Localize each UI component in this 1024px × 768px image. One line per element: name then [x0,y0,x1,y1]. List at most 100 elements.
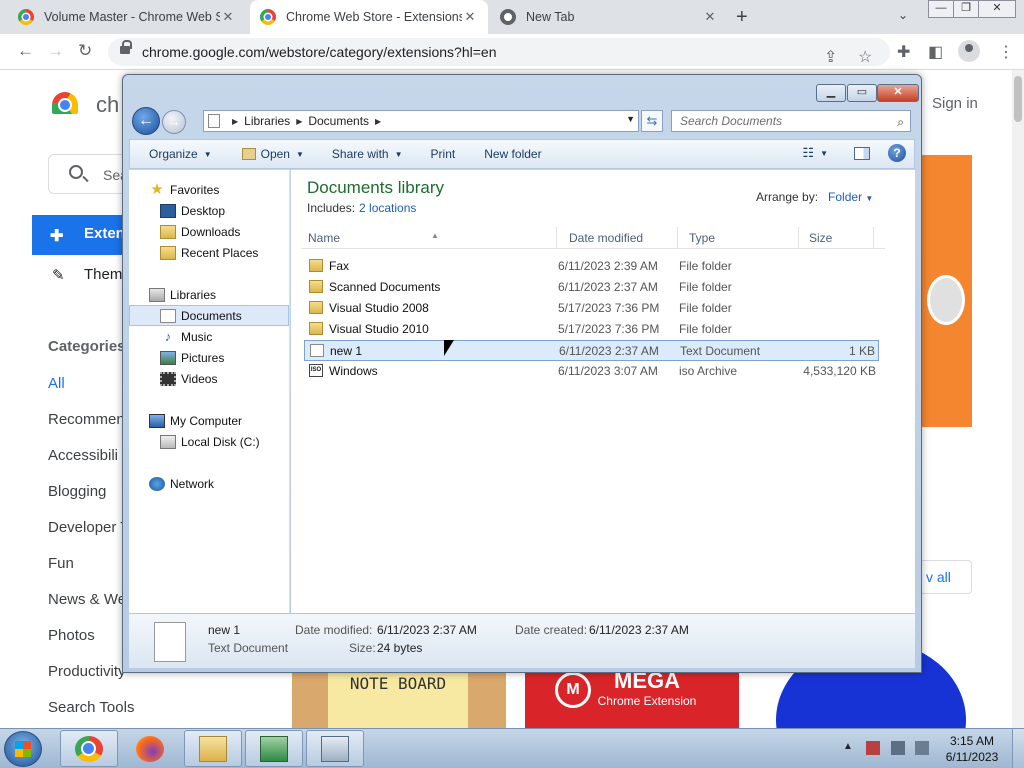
share-with-menu[interactable]: Share with ▼ [332,147,403,161]
reload-icon[interactable]: ↻ [78,41,92,61]
nav-network[interactable]: Network [129,473,289,494]
explorer-search-input[interactable]: Search Documents ⌕ [671,110,911,132]
maximize-button[interactable]: ❐ [953,0,979,18]
taskbar-download-manager[interactable] [245,730,303,767]
breadcrumb-arrow-icon[interactable]: ▶ [232,117,238,126]
chevron-down-icon[interactable]: ▼ [820,149,828,158]
note-board-tile[interactable]: NOTE BOARD [292,668,506,728]
column-divider[interactable] [798,227,799,249]
category-item[interactable]: Fun [48,555,74,572]
nav-libraries[interactable]: Libraries [129,284,289,305]
nav-local-disk[interactable]: Local Disk (C:) [129,431,289,452]
column-date-modified[interactable]: Date modified [569,231,643,245]
explorer-address-bar[interactable]: ▶ Libraries ▶ Documents ▶ ▼ [203,110,639,132]
show-hidden-icons-button[interactable]: ▲ [843,741,853,752]
new-folder-button[interactable]: New folder [484,147,541,161]
profile-avatar-icon[interactable] [958,40,980,62]
tab-search-button[interactable]: ⌄ [898,8,908,22]
extensions-puzzle-icon[interactable]: ✚ [897,42,910,62]
organize-menu[interactable]: Organize ▼ [149,147,212,161]
category-item[interactable]: Accessibili [48,447,118,464]
start-button[interactable] [4,731,42,767]
category-item[interactable]: Photos [48,627,95,644]
nav-documents[interactable]: Documents [129,305,289,326]
breadcrumb-arrow-icon[interactable]: ▶ [296,117,302,126]
forward-arrow-icon[interactable]: → [47,41,64,61]
open-menu[interactable]: Open ▼ [241,147,304,161]
sign-in-link[interactable]: Sign in [932,95,978,112]
side-panel-icon[interactable]: ◧ [928,42,943,62]
nav-pictures[interactable]: Pictures [129,347,289,368]
explorer-maximize-button[interactable]: ▭ [847,84,877,102]
nav-videos[interactable]: Videos [129,368,289,389]
print-button[interactable]: Print [431,147,456,161]
new-tab-button[interactable]: + [736,6,748,29]
taskbar-explorer[interactable] [184,730,242,767]
file-row-visual-studio-2008[interactable]: Visual Studio 2008 5/17/2023 7:36 PM Fil… [304,298,879,319]
column-size[interactable]: Size [809,231,832,245]
close-window-button[interactable]: ✕ [978,0,1016,18]
back-arrow-icon[interactable]: ← [17,41,34,61]
mega-extension-tile[interactable]: M MEGA Chrome Extension [525,668,739,728]
column-name[interactable]: Name [308,231,340,245]
featured-banner[interactable] [915,155,972,427]
breadcrumb-libraries[interactable]: Libraries [244,114,290,128]
explorer-minimize-button[interactable]: ▁ [816,84,846,102]
forward-button[interactable]: → [162,110,186,134]
preview-pane-icon[interactable] [854,146,870,160]
taskbar-chrome[interactable] [60,730,118,767]
taskbar-calculator[interactable] [306,730,364,767]
nav-favorites[interactable]: ★ Favorites [129,179,289,200]
breadcrumb-documents[interactable]: Documents [308,114,369,128]
file-row-visual-studio-2010[interactable]: Visual Studio 2010 5/17/2023 7:36 PM Fil… [304,319,879,340]
category-item[interactable]: News & We [48,591,126,608]
lock-icon[interactable] [120,40,132,57]
tab-close-icon[interactable]: ✕ [702,9,718,25]
back-button[interactable]: ← [132,107,160,135]
action-center-flag-icon[interactable] [866,741,880,755]
file-row-scanned-documents[interactable]: Scanned Documents 6/11/2023 2:37 AM File… [304,277,879,298]
refresh-button[interactable]: ⇆ [641,110,663,132]
file-row-fax[interactable]: Fax 6/11/2023 2:39 AM File folder [304,256,879,277]
breadcrumb-arrow-icon[interactable]: ▶ [375,117,381,126]
explorer-close-button[interactable]: ✕ [877,84,919,102]
scrollbar-thumb[interactable] [1014,76,1022,122]
show-desktop-button[interactable] [1012,729,1024,768]
volume-muted-icon[interactable] [915,741,929,755]
arrange-by-dropdown[interactable]: Folder ▼ [828,190,873,204]
category-item[interactable]: Productivity [48,663,126,680]
category-item[interactable]: Developer T [48,519,129,536]
address-bar[interactable]: chrome.google.com/webstore/category/exte… [108,38,890,66]
system-clock[interactable]: 3:15 AM 6/11/2023 [940,733,1004,765]
locations-link[interactable]: 2 locations [359,201,416,215]
category-item[interactable]: Recommen [48,411,125,428]
nav-downloads[interactable]: Downloads [129,221,289,242]
nav-recent-places[interactable]: Recent Places [129,242,289,263]
column-type[interactable]: Type [689,231,715,245]
nav-my-computer[interactable]: My Computer [129,410,289,431]
address-dropdown-icon[interactable]: ▼ [626,114,635,124]
column-divider[interactable] [677,227,678,249]
share-icon[interactable]: ⇪ [824,47,837,67]
nav-music[interactable]: ♪ Music [129,326,289,347]
column-divider[interactable] [556,227,557,249]
taskbar-firefox[interactable] [121,730,179,767]
category-all[interactable]: All [48,375,65,392]
category-item[interactable]: Blogging [48,483,106,500]
tab-volume-master[interactable]: Volume Master - Chrome Web St ✕ [8,0,246,34]
tab-chrome-web-store[interactable]: Chrome Web Store - Extensions ✕ [250,0,488,34]
search-icon[interactable]: ⌕ [897,115,904,130]
minimize-button[interactable]: — [928,0,954,18]
category-item[interactable]: Search Tools [48,699,134,716]
tab-close-icon[interactable]: ✕ [220,9,236,25]
file-row-windows[interactable]: ISO Windows 6/11/2023 3:07 AM iso Archiv… [304,361,879,382]
menu-kebab-icon[interactable]: ⋮ [998,42,1014,62]
tab-close-icon[interactable]: ✕ [462,9,478,25]
file-row-new-1[interactable]: new 1 6/11/2023 2:37 AM Text Document 1 … [304,340,879,361]
help-icon[interactable]: ? [888,144,906,162]
bookmark-star-icon[interactable]: ☆ [858,47,872,67]
column-divider[interactable] [873,227,874,249]
nav-desktop[interactable]: Desktop [129,200,289,221]
nav-themes[interactable]: ✎ Them [52,266,122,284]
page-scrollbar[interactable] [1012,70,1024,728]
